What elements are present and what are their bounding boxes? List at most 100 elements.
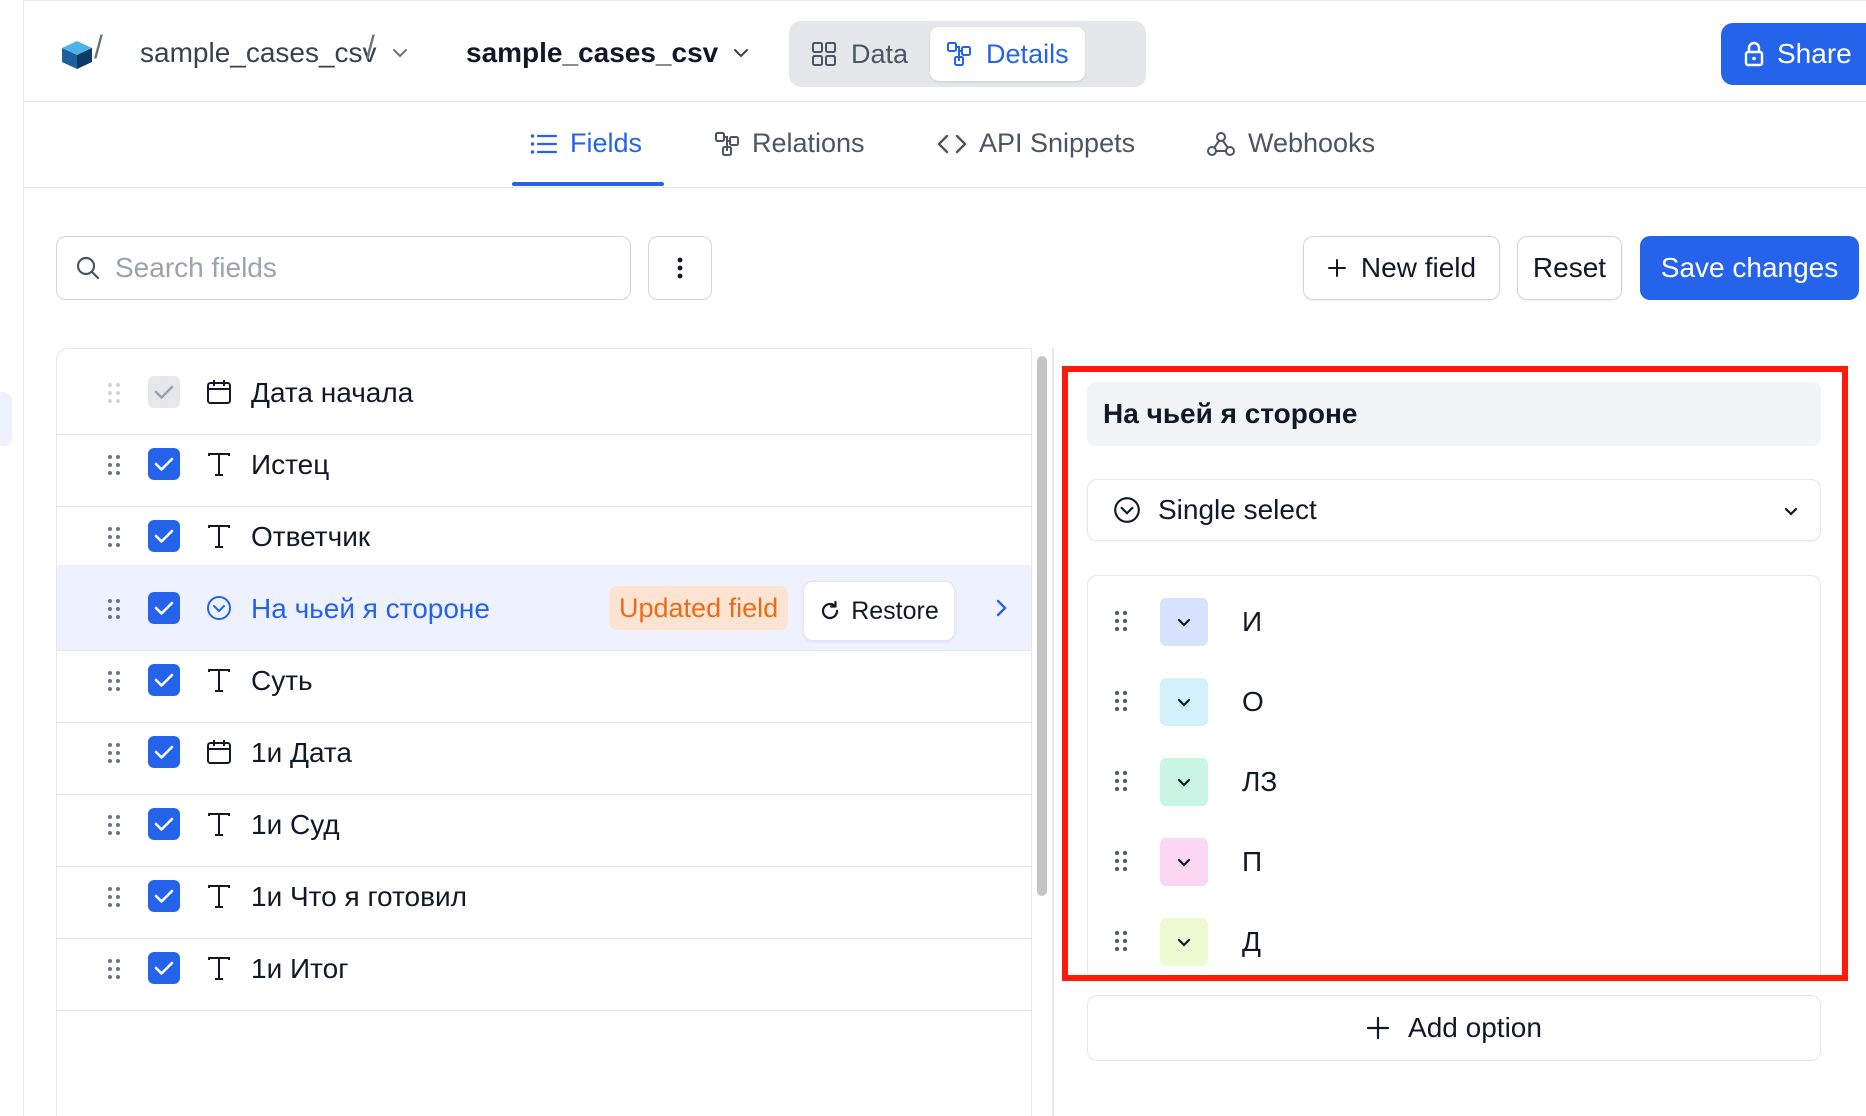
- new-field-button[interactable]: New field: [1303, 236, 1500, 300]
- breadcrumb-table[interactable]: sample_cases_csv: [466, 37, 750, 69]
- tab-fields[interactable]: Fields: [530, 128, 642, 159]
- drag-handle-icon[interactable]: [107, 382, 121, 404]
- field-name: Ответчик: [251, 521, 371, 552]
- highlight-box: [1062, 366, 1848, 981]
- text-type-icon: [203, 520, 235, 552]
- field-list: Дата начала Истец Ответчик На чьей я сто…: [56, 348, 1032, 1116]
- active-tab-indicator: [512, 182, 664, 186]
- drag-handle-icon[interactable]: [107, 526, 121, 548]
- text-type-icon: [203, 880, 235, 912]
- field-name: На чьей я стороне: [251, 593, 490, 624]
- text-type-icon: [203, 664, 235, 696]
- field-name: 1и Суд: [251, 809, 340, 840]
- view-data-button[interactable]: Data: [795, 27, 924, 81]
- tab-fields-label: Fields: [570, 128, 643, 158]
- view-switch: Data Details: [789, 21, 1146, 87]
- panel-divider: [1052, 348, 1054, 1116]
- drag-handle-icon[interactable]: [107, 454, 121, 476]
- drag-handle-icon[interactable]: [107, 958, 121, 980]
- field-name: Дата начала: [251, 377, 414, 408]
- tab-api-snippets-label: API Snippets: [979, 128, 1136, 158]
- app-logo-icon[interactable]: [60, 39, 94, 71]
- text-type-icon: [203, 808, 235, 840]
- checkmark-icon: [154, 961, 174, 975]
- checkmark-icon: [154, 745, 174, 759]
- webhook-icon: [1207, 131, 1235, 156]
- plus-icon: [1366, 1016, 1390, 1040]
- tab-relations[interactable]: Relations: [714, 128, 865, 159]
- share-label: Share: [1777, 38, 1852, 69]
- field-visibility-checkbox[interactable]: [148, 520, 180, 552]
- reset-button[interactable]: Reset: [1517, 236, 1622, 300]
- new-field-label: New field: [1360, 252, 1477, 283]
- field-visibility-checkbox[interactable]: [148, 880, 180, 912]
- drag-handle-icon[interactable]: [107, 670, 121, 692]
- sub-tabs: Fields Relations API Snippets Webhooks: [24, 102, 1866, 188]
- field-visibility-checkbox[interactable]: [148, 952, 180, 984]
- field-name: 1и Итог: [251, 953, 349, 984]
- checkmark-icon: [154, 889, 174, 903]
- tab-api-snippets[interactable]: API Snippets: [937, 128, 1135, 159]
- list-icon: [530, 133, 558, 154]
- more-options-button[interactable]: [648, 236, 712, 300]
- left-rail-tab[interactable]: [0, 392, 12, 446]
- text-type-icon: [203, 448, 235, 480]
- breadcrumb-separator: /: [94, 29, 103, 65]
- save-changes-button[interactable]: Save changes: [1640, 236, 1859, 300]
- view-details-label: Details: [986, 38, 1069, 69]
- view-details-button[interactable]: Details: [930, 27, 1085, 81]
- lock-icon: [1744, 41, 1764, 67]
- tab-relations-label: Relations: [752, 128, 865, 158]
- tab-webhooks[interactable]: Webhooks: [1206, 128, 1375, 159]
- field-visibility-checkbox[interactable]: [148, 808, 180, 840]
- chevron-down-icon: [392, 49, 407, 58]
- field-row[interactable]: 1и Итог: [57, 925, 1031, 1011]
- search-input[interactable]: [115, 252, 595, 284]
- updated-field-badge: Updated field: [609, 586, 789, 630]
- single-select-icon: [203, 592, 235, 624]
- field-name: Истец: [251, 449, 330, 480]
- relations-icon: [947, 42, 972, 66]
- field-name: 1и Дата: [251, 737, 352, 768]
- add-option-button[interactable]: Add option: [1087, 995, 1821, 1061]
- checkmark-icon: [154, 817, 174, 831]
- app-root: / sample_cases_csv / sample_cases_csv Da…: [0, 0, 1866, 1116]
- drag-handle-icon[interactable]: [107, 886, 121, 908]
- share-button[interactable]: Share: [1721, 23, 1866, 85]
- left-rail: [0, 0, 24, 1116]
- breadcrumb-separator: /: [366, 29, 375, 65]
- field-name: 1и Что я готовил: [251, 881, 467, 912]
- reset-label: Reset: [1532, 252, 1607, 283]
- tab-webhooks-label: Webhooks: [1248, 128, 1376, 158]
- checkmark-icon: [154, 529, 174, 543]
- grid-icon: [812, 42, 836, 66]
- chevron-down-icon: [734, 49, 749, 58]
- relations-icon: [715, 131, 739, 156]
- restore-label: Restore: [851, 596, 939, 625]
- text-type-icon: [203, 952, 235, 984]
- add-option-label: Add option: [1408, 1012, 1542, 1043]
- calendar-icon: [203, 736, 235, 768]
- list-scrollbar[interactable]: [1037, 356, 1047, 896]
- kebab-menu-icon: [677, 257, 683, 279]
- field-visibility-checkbox: [148, 376, 180, 408]
- drag-handle-icon[interactable]: [107, 598, 121, 620]
- calendar-icon: [203, 376, 235, 408]
- save-changes-label: Save changes: [1660, 252, 1839, 283]
- plus-icon: [1327, 259, 1346, 277]
- field-name: Суть: [251, 665, 313, 696]
- chevron-right-icon[interactable]: [989, 596, 1013, 620]
- search-field[interactable]: [56, 236, 631, 300]
- field-visibility-checkbox[interactable]: [148, 448, 180, 480]
- checkmark-icon: [154, 385, 174, 399]
- breadcrumb-table-label: sample_cases_csv: [466, 37, 719, 68]
- field-visibility-checkbox[interactable]: [148, 592, 180, 624]
- top-bar: / sample_cases_csv / sample_cases_csv Da…: [24, 0, 1866, 102]
- breadcrumb-base-label: sample_cases_csv: [140, 37, 377, 68]
- restore-button[interactable]: Restore: [803, 581, 955, 641]
- drag-handle-icon[interactable]: [107, 742, 121, 764]
- checkmark-icon: [154, 601, 174, 615]
- drag-handle-icon[interactable]: [107, 814, 121, 836]
- field-visibility-checkbox[interactable]: [148, 664, 180, 696]
- field-visibility-checkbox[interactable]: [148, 736, 180, 768]
